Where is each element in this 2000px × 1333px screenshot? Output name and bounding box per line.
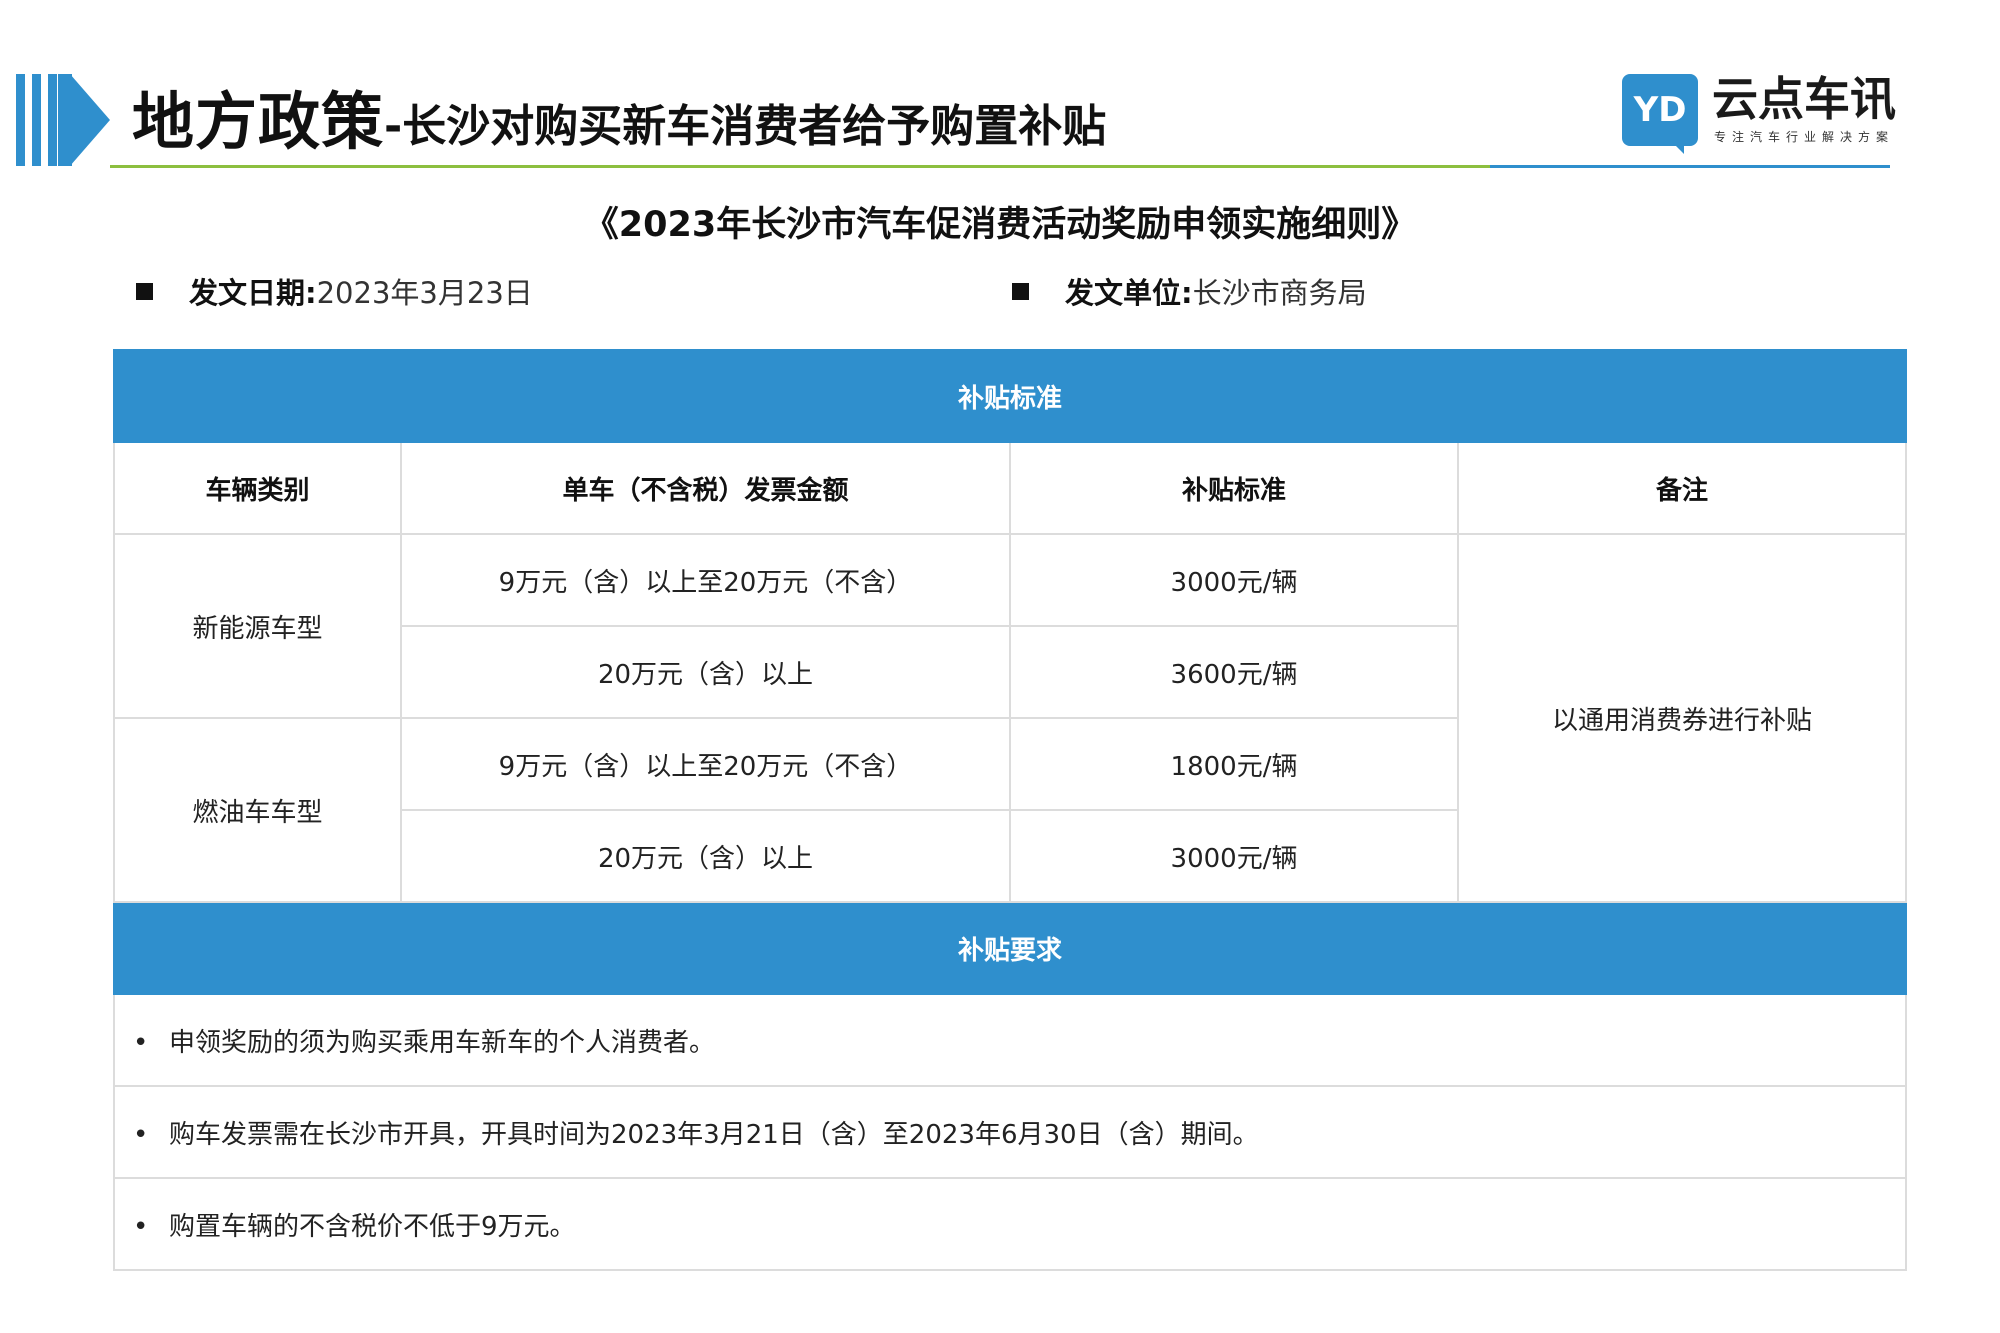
category-cell: 燃油车车型 — [113, 717, 402, 903]
issue-date: 发文日期: 2023年3月23日 — [136, 270, 533, 312]
subsidy-cell: 3000元/辆 — [1009, 809, 1459, 903]
accent-bar — [32, 74, 41, 166]
logo-slogan: 专注汽车行业解决方案 — [1714, 130, 1895, 144]
square-bullet-icon — [1012, 282, 1029, 300]
requirement-item: • 购置车辆的不含税价不低于9万元。 — [112, 1177, 1908, 1271]
logo-mark-icon: YD — [1622, 74, 1698, 146]
requirement-item: • 购车发票需在长沙市开具，开具时间为2023年3月21日（含）至2023年6月3… — [112, 1085, 1908, 1179]
title-underline-blue — [1490, 165, 1890, 168]
subsidy-cell: 3600元/辆 — [1009, 625, 1459, 719]
header-accent-bars — [16, 74, 112, 166]
accent-arrow-icon — [70, 74, 110, 166]
section-title-subsidy-requirements: 补贴要求 — [112, 901, 1908, 995]
subsidy-cell: 1800元/辆 — [1009, 717, 1459, 811]
remark-cell: 以通用消费券进行补贴 — [1456, 533, 1908, 903]
subsidy-table: 补贴标准 车辆类别 单车（不含税）发票金额 补贴标准 备注 新能源车型 9万元（… — [112, 349, 1908, 1271]
issuer-value: 长沙市商务局 — [1192, 276, 1367, 310]
accent-bar — [48, 74, 57, 166]
requirement-row: • 购车发票需在长沙市开具，开具时间为2023年3月21日（含）至2023年6月3… — [112, 1085, 1908, 1179]
column-header: 补贴标准 — [1009, 441, 1459, 535]
section-header-row: 补贴标准 — [112, 349, 1908, 443]
section-header-row: 补贴要求 — [112, 901, 1908, 995]
section-title-subsidy-standard: 补贴标准 — [112, 349, 1908, 443]
issue-date-label: 发文日期: — [189, 276, 317, 310]
document-title: 《2023年长沙市汽车促消费活动奖励申领实施细则》 — [583, 205, 1417, 245]
category-cell: 新能源车型 — [113, 533, 402, 719]
amount-cell: 20万元（含）以上 — [400, 809, 1011, 903]
requirement-item: • 申领奖励的须为购买乘用车新车的个人消费者。 — [112, 993, 1908, 1087]
issue-date-value: 2023年3月23日 — [316, 276, 533, 310]
column-header-row: 车辆类别 单车（不含税）发票金额 补贴标准 备注 — [113, 441, 1908, 535]
amount-cell: 9万元（含）以上至20万元（不含） — [400, 533, 1011, 627]
column-header: 备注 — [1456, 441, 1908, 535]
issuer-label: 发文单位: — [1065, 276, 1193, 310]
requirement-text: 购车发票需在长沙市开具，开具时间为2023年3月21日（含）至2023年6月30… — [169, 1119, 1259, 1150]
issuer: 发文单位: 长沙市商务局 — [1012, 270, 1367, 312]
requirement-text: 申领奖励的须为购买乘用车新车的个人消费者。 — [169, 1027, 716, 1058]
logo-name: 云点车讯 — [1712, 72, 1896, 126]
page-title: 地方政策 -长沙对购买新车消费者给予购置补贴 — [132, 82, 1106, 162]
requirement-text: 购置车辆的不含税价不低于9万元。 — [169, 1211, 576, 1242]
column-header: 车辆类别 — [113, 441, 402, 535]
square-bullet-icon — [136, 282, 153, 300]
amount-cell: 9万元（含）以上至20万元（不含） — [400, 717, 1011, 811]
page-title-sub: -长沙对购买新车消费者给予购置补贴 — [384, 101, 1107, 152]
table-row: 新能源车型 9万元（含）以上至20万元（不含） 3000元/辆 以通用消费券进行… — [113, 533, 1908, 903]
amount-cell: 20万元（含）以上 — [400, 625, 1011, 719]
column-header: 单车（不含税）发票金额 — [400, 441, 1011, 535]
bullet-icon: • — [133, 1211, 149, 1242]
requirement-row: • 申领奖励的须为购买乘用车新车的个人消费者。 — [112, 993, 1908, 1087]
bullet-icon: • — [133, 1119, 149, 1150]
bullet-icon: • — [133, 1027, 149, 1058]
page-title-main: 地方政策 — [132, 85, 385, 158]
requirement-row: • 购置车辆的不含税价不低于9万元。 — [112, 1177, 1908, 1271]
subsidy-cell: 3000元/辆 — [1009, 533, 1459, 627]
logo-tail-icon — [1670, 140, 1684, 154]
accent-bar — [16, 74, 25, 166]
title-underline-green — [110, 165, 1490, 168]
